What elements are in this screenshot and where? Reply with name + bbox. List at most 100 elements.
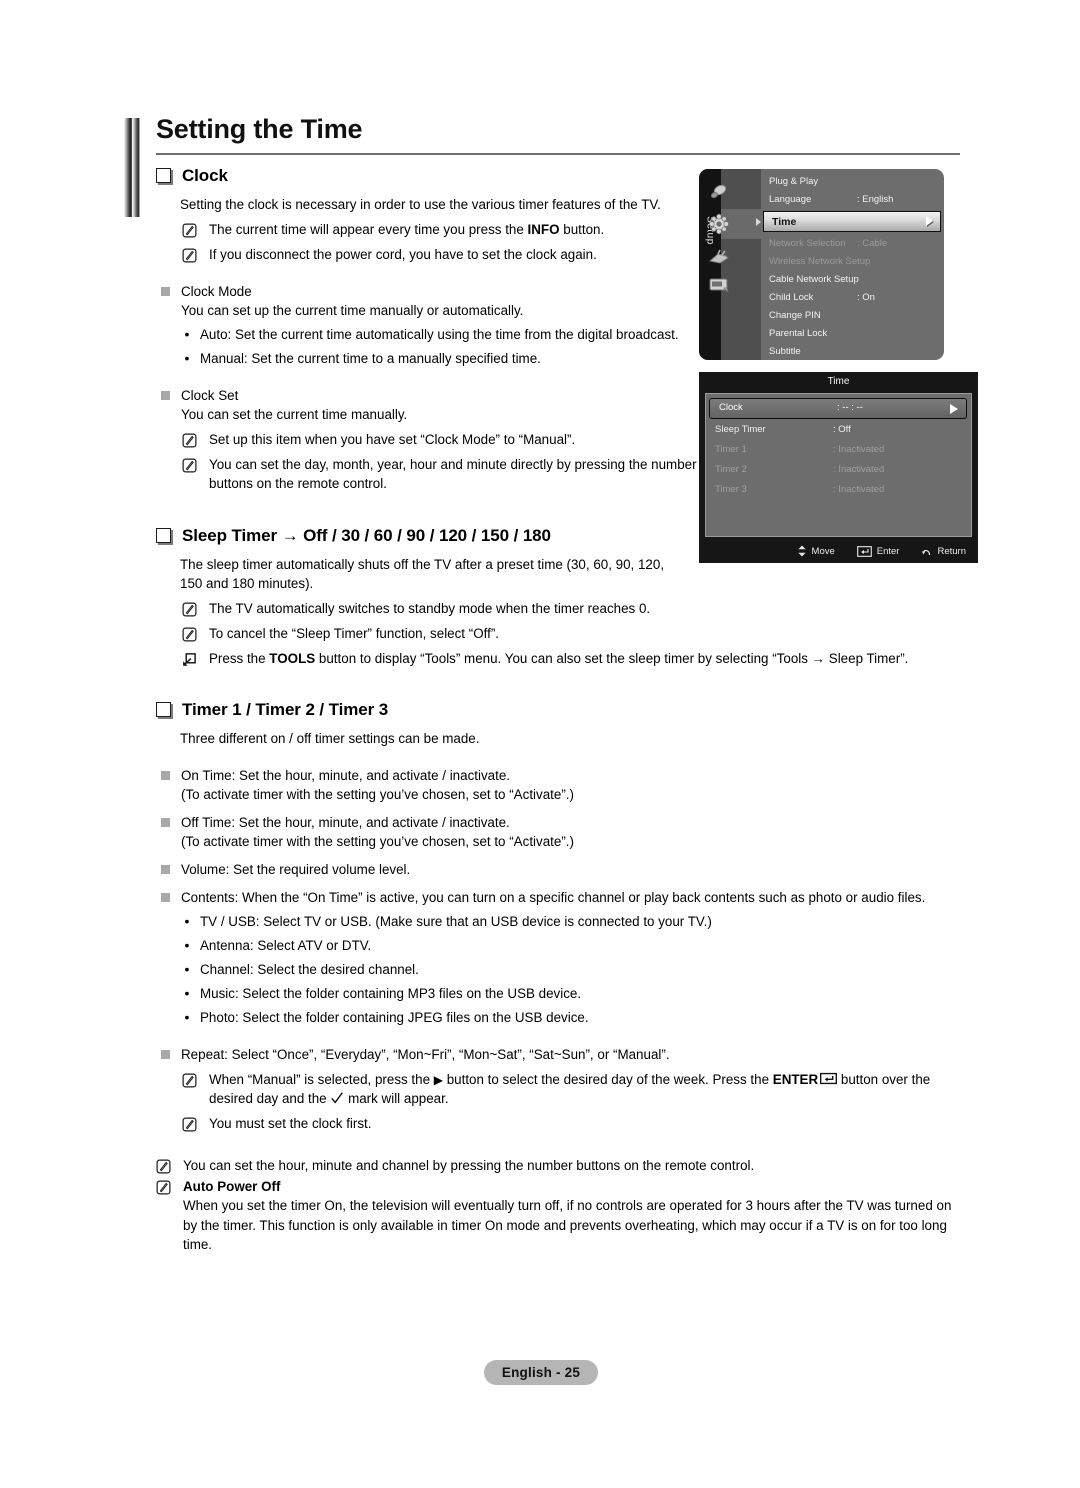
sub-item-off-time: Off Time: Set the hour, minute, and acti… (161, 813, 960, 851)
osd-time-footer: Move Enter Return (699, 539, 978, 563)
osd-row-value: : Cable (857, 238, 888, 249)
note-icon (182, 1073, 197, 1088)
osd-row-value: : -- : -- (837, 402, 863, 413)
sub-item-volume: Volume: Set the required volume level. (161, 860, 960, 879)
title-divider (156, 153, 960, 155)
osd-time-menu[interactable]: Time Clock : -- : -- Sleep Timer : Off T… (699, 372, 978, 563)
square-bullet-icon (156, 701, 171, 717)
note-icon (182, 433, 197, 448)
bullet-text: Channel: Select the desired channel. (200, 962, 419, 978)
osd-row-timer-2[interactable]: Timer 2 : Inactivated (706, 461, 971, 480)
osd-row-timer-3[interactable]: Timer 3 : Inactivated (706, 481, 971, 500)
bullet-item: • Photo: Select the folder containing JP… (182, 1008, 960, 1027)
osd-footer-label: Enter (876, 545, 900, 557)
osd-row-label: Timer 3 (715, 484, 747, 495)
osd-row-wireless-network-setup[interactable]: Wireless Network Setup (761, 253, 944, 270)
osd-row-time-selected[interactable]: Time (763, 211, 941, 232)
osd-row-label: Plug & Play (769, 176, 819, 187)
osd-row-label: Timer 1 (715, 444, 747, 455)
dot-bullet-icon: • (184, 985, 190, 1002)
auto-power-off-text: Auto Power Off When you set the timer On… (183, 1177, 960, 1253)
bullet-item: • TV / USB: Select TV or USB. (Make sure… (182, 912, 960, 931)
support-card-icon[interactable] (706, 274, 732, 296)
square-bullet-icon (156, 527, 171, 543)
auto-power-off-title: Auto Power Off (183, 1179, 281, 1195)
bullet-item: • Channel: Select the desired channel. (182, 960, 960, 979)
osd-row-timer-1[interactable]: Timer 1 : Inactivated (706, 441, 971, 460)
osd-row-value: : English (857, 194, 894, 205)
osd-row-label: Time (772, 215, 797, 228)
small-square-bullet-icon (161, 770, 170, 780)
dot-bullet-icon: • (184, 937, 190, 954)
osd-row-network-selection[interactable]: Network Selection : Cable (761, 235, 944, 252)
osd-row-change-pin[interactable]: Change PIN (761, 307, 944, 324)
osd-footer-move[interactable]: Move (797, 545, 835, 557)
note-item: You can set the hour, minute and channel… (156, 1156, 960, 1175)
osd-row-value: : Inactivated (833, 484, 885, 495)
document-page: Setting the Time Clock Setting the clock… (0, 0, 1080, 1488)
dot-bullet-icon: • (184, 350, 190, 367)
osd-row-cable-network-setup[interactable]: Cable Network Setup (761, 271, 944, 288)
return-icon (922, 549, 931, 555)
note-item: The TV automatically switches to standby… (182, 599, 960, 618)
note-text-pre: The current time will appear every time … (209, 222, 528, 238)
title-accent-bar (124, 118, 140, 217)
note-item: To cancel the “Sleep Timer” function, se… (182, 624, 960, 643)
osd-footer-enter[interactable]: Enter (856, 545, 900, 557)
off-time-line1: Off Time: Set the hour, minute, and acti… (181, 815, 510, 830)
osd-footer-label: Move (811, 545, 835, 557)
tools-note-item: Press the TOOLS button to display “Tools… (182, 649, 960, 668)
osd-setup-list: Plug & Play Language : English Time Netw… (761, 169, 944, 360)
bullet-text: Music: Select the folder containing MP3 … (200, 986, 582, 1002)
osd-footer-return[interactable]: Return (921, 546, 966, 557)
bullet-text: Photo: Select the folder containing JPEG… (200, 1010, 589, 1026)
osd-row-child-lock[interactable]: Child Lock : On (761, 289, 944, 306)
osd-row-label: Network Selection (769, 238, 846, 249)
small-square-bullet-icon (161, 818, 170, 827)
osd-row-label: Sleep Timer (715, 424, 766, 435)
setup-gear-icon[interactable] (706, 213, 732, 235)
on-time-line2: (To activate timer with the setting you’… (181, 786, 574, 802)
osd-row-label: Parental Lock (769, 328, 828, 339)
section-timers-heading: Timer 1 / Timer 2 / Timer 3 (156, 698, 960, 722)
move-icon (797, 545, 806, 557)
note-icon (182, 627, 197, 642)
section-title: Timer 1 / Timer 2 / Timer 3 (182, 699, 389, 719)
sleep-timer-intro-text: The sleep timer automatically shuts off … (180, 556, 665, 591)
osd-row-label: Subtitle (769, 346, 801, 357)
osd-row-subtitle[interactable]: Subtitle (761, 343, 944, 360)
picture-icon[interactable] (706, 181, 732, 203)
note-icon (182, 248, 197, 263)
right-arrow-icon (950, 404, 958, 414)
tools-note-text: Press the TOOLS button to display “Tools… (209, 649, 960, 668)
bullet-text: Antenna: Select ATV or DTV. (200, 938, 372, 954)
note-icon (182, 602, 197, 617)
dot-bullet-icon: • (184, 913, 190, 930)
bullet-text: TV / USB: Select TV or USB. (Make sure t… (200, 914, 712, 930)
enter-icon (856, 545, 872, 557)
tools-note-post: button to display “Tools” menu. You can … (315, 650, 909, 666)
right-arrow-icon: ▶ (433, 1073, 443, 1088)
osd-row-label: Timer 2 (715, 464, 747, 475)
repeat-note-enter-label: ENTER (772, 1072, 819, 1088)
note-icon (182, 1117, 197, 1132)
input-plug-icon[interactable] (706, 246, 732, 268)
small-square-bullet-icon (161, 391, 170, 401)
off-time-line2: (To activate timer with the setting you’… (181, 834, 574, 850)
osd-row-value: : Off (833, 424, 851, 435)
osd-row-parental-lock[interactable]: Parental Lock (761, 325, 944, 342)
note-text-bold: INFO (527, 222, 560, 238)
osd-setup-menu[interactable]: Setup Plug & Play Language: English Tim… (699, 169, 944, 360)
small-square-bullet-icon (161, 893, 170, 903)
note-icon (182, 223, 197, 238)
section-title: Clock (182, 166, 228, 185)
osd-row-sleep-timer[interactable]: Sleep Timer : Off (706, 421, 971, 440)
osd-row-plug-and-play[interactable]: Plug & Play (761, 173, 944, 190)
auto-power-off-block: Auto Power Off When you set the timer On… (156, 1177, 960, 1253)
osd-row-language[interactable]: Language : English (761, 191, 944, 208)
note-icon (182, 458, 197, 473)
osd-row-label: Cable Network Setup (769, 274, 859, 285)
repeat-line: Repeat: Select “Once”, “Everyday”, “Mon~… (181, 1047, 670, 1063)
osd-row-clock-selected[interactable]: Clock : -- : -- (709, 398, 967, 419)
bullet-item: • Music: Select the folder containing MP… (182, 984, 960, 1003)
